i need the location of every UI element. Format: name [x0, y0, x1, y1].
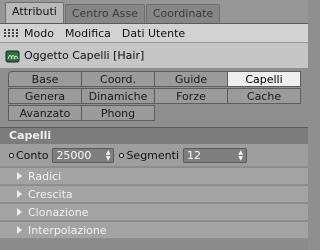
object-header: Oggetto Capelli [Hair]	[0, 43, 308, 68]
expand-caret-icon[interactable]	[17, 208, 22, 216]
tab-guide[interactable]: Guide	[154, 71, 228, 87]
expand-caret-icon[interactable]	[17, 190, 22, 198]
group-clonazione[interactable]: Clonazione	[0, 203, 308, 220]
conto-field[interactable]: 25000 ▲ ▼	[52, 147, 115, 163]
tab-cache[interactable]: Cache	[227, 88, 301, 104]
menu-bar: Modo Modifica Dati Utente	[0, 24, 308, 43]
animate-dot-icon[interactable]	[9, 152, 14, 158]
menu-dati-utente[interactable]: Dati Utente	[122, 27, 185, 40]
tab-forze[interactable]: Forze	[154, 88, 228, 104]
group-interpolazione[interactable]: Interpolazione	[0, 221, 308, 238]
tab-avanzato[interactable]: Avanzato	[8, 105, 82, 121]
spinner-arrows-icon[interactable]: ▲ ▼	[106, 149, 111, 162]
tab-capelli[interactable]: Capelli	[227, 71, 301, 87]
expand-caret-icon[interactable]	[17, 172, 22, 180]
tab-phong[interactable]: Phong	[81, 105, 155, 121]
tab-dinamiche[interactable]: Dinamiche	[81, 88, 155, 104]
hair-object-icon	[5, 50, 20, 62]
tab-coord[interactable]: Coord.	[81, 71, 155, 87]
window-tab-bar: Attributi Centro Asse Coordinate	[0, 0, 308, 24]
segmenti-value: 12	[187, 148, 201, 162]
group-crescita[interactable]: Crescita	[0, 185, 308, 202]
menu-modo[interactable]: Modo	[24, 27, 54, 40]
object-title: Oggetto Capelli [Hair]	[24, 49, 145, 62]
tab-base[interactable]: Base	[8, 71, 82, 87]
empty-area	[0, 239, 308, 250]
section-title: Capelli	[0, 127, 308, 144]
spinner-arrows-icon[interactable]: ▲ ▼	[238, 149, 243, 162]
tab-attributi[interactable]: Attributi	[5, 2, 64, 23]
animate-dot-icon[interactable]	[119, 152, 125, 158]
conto-value: 25000	[56, 148, 92, 162]
params-row: Conto 25000 ▲ ▼ Segmenti 12 ▲ ▼	[0, 144, 308, 166]
grip-icon[interactable]	[4, 27, 18, 40]
property-tab-grid: Base Coord. Guide Capelli Genera Dinamic…	[8, 71, 308, 122]
tab-centro-asse[interactable]: Centro Asse	[64, 4, 145, 23]
tab-genera[interactable]: Genera	[8, 88, 82, 104]
menu-modifica[interactable]: Modifica	[65, 27, 111, 40]
group-label: Interpolazione	[28, 223, 107, 237]
segmenti-label: Segmenti	[126, 148, 179, 162]
segmenti-field[interactable]: 12 ▲ ▼	[183, 147, 247, 163]
group-label: Crescita	[28, 187, 73, 201]
group-label: Clonazione	[28, 205, 89, 219]
group-radici[interactable]: Radici	[0, 167, 308, 184]
tab-coordinate[interactable]: Coordinate	[145, 4, 221, 23]
conto-label: Conto	[16, 148, 49, 162]
expand-caret-icon[interactable]	[17, 226, 22, 234]
group-label: Radici	[28, 169, 62, 183]
